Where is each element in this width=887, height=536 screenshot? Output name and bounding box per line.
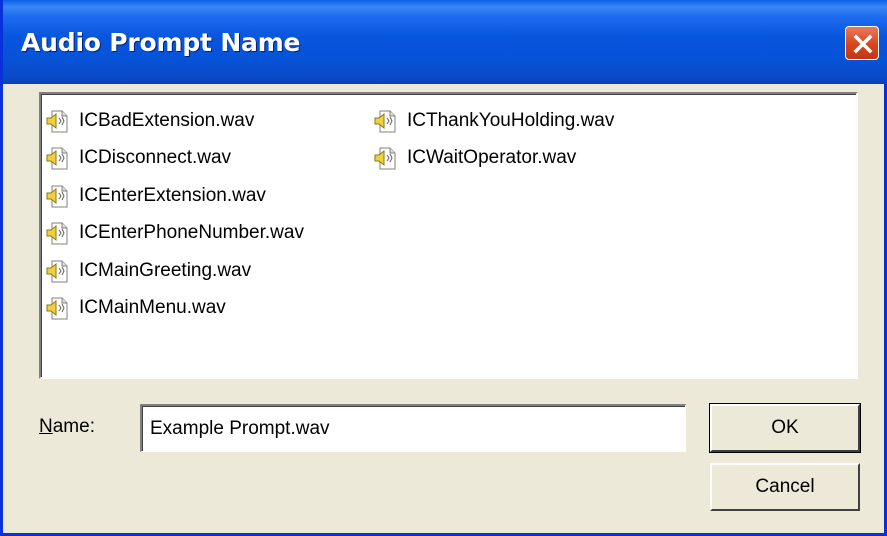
audio-file-icon: [46, 185, 68, 208]
ok-button[interactable]: OK: [709, 403, 861, 453]
file-list[interactable]: ICBadExtension.wav ICDisconnect.wav ICEn…: [39, 92, 858, 379]
file-list-column: ICThankYouHolding.wav ICWaitOperator.wav: [373, 102, 614, 177]
file-name: ICWaitOperator.wav: [407, 147, 577, 169]
file-list-item[interactable]: ICWaitOperator.wav: [373, 140, 614, 178]
name-input[interactable]: [140, 404, 686, 452]
audio-file-icon: [46, 110, 68, 133]
cancel-button[interactable]: Cancel: [710, 463, 860, 511]
close-icon: [853, 34, 873, 54]
file-list-item[interactable]: ICMainGreeting.wav: [45, 252, 304, 290]
file-list-item[interactable]: ICMainMenu.wav: [45, 290, 304, 328]
file-name: ICDisconnect.wav: [79, 147, 232, 169]
title-bar[interactable]: Audio Prompt Name: [3, 0, 887, 84]
audio-file-icon: [374, 147, 396, 170]
name-label-accesskey: N: [39, 416, 53, 437]
file-list-item[interactable]: ICEnterPhoneNumber.wav: [45, 215, 304, 253]
file-name: ICBadExtension.wav: [79, 109, 255, 131]
audio-file-icon: [46, 147, 68, 170]
close-button[interactable]: [845, 26, 879, 60]
file-list-item[interactable]: ICDisconnect.wav: [45, 140, 304, 178]
file-name: ICMainMenu.wav: [79, 297, 226, 319]
audio-file-icon: [46, 222, 68, 245]
name-label: Name:: [39, 416, 95, 438]
audio-file-icon: [46, 297, 68, 320]
file-name: ICMainGreeting.wav: [79, 259, 252, 281]
file-name: ICEnterExtension.wav: [79, 184, 266, 206]
audio-file-icon: [46, 260, 68, 283]
ok-button-label: OK: [771, 417, 799, 438]
dialog-title: Audio Prompt Name: [21, 28, 301, 57]
name-label-text: ame:: [52, 416, 95, 437]
file-list-column: ICBadExtension.wav ICDisconnect.wav ICEn…: [45, 102, 304, 327]
file-list-item[interactable]: ICEnterExtension.wav: [45, 177, 304, 215]
audio-prompt-name-dialog: Audio Prompt Name ICBadExtension.wav ICD…: [0, 0, 887, 536]
file-name: ICEnterPhoneNumber.wav: [79, 222, 304, 244]
file-list-item[interactable]: ICBadExtension.wav: [45, 102, 304, 140]
cancel-button-label: Cancel: [755, 476, 815, 497]
audio-file-icon: [374, 110, 396, 133]
file-name: ICThankYouHolding.wav: [407, 109, 615, 131]
file-list-item[interactable]: ICThankYouHolding.wav: [373, 102, 614, 140]
